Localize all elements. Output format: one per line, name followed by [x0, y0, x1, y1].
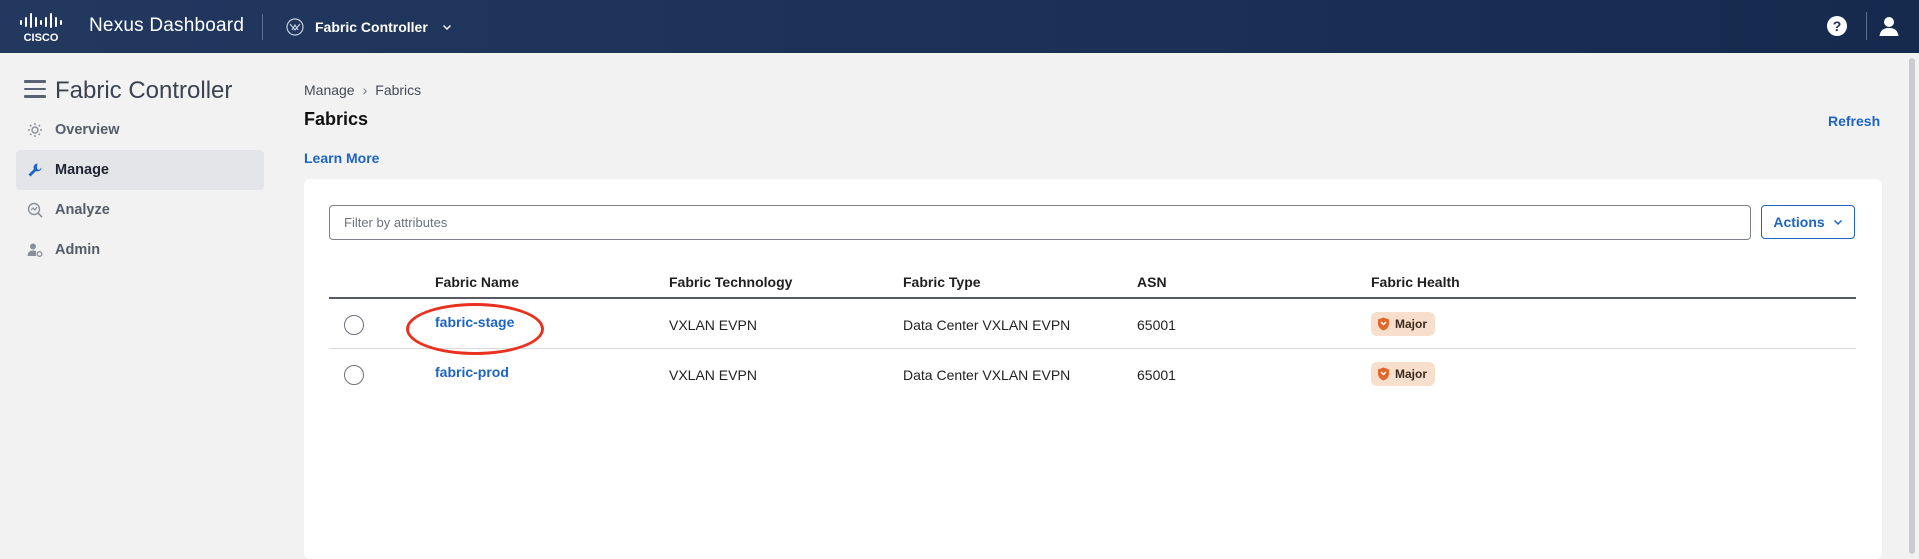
column-header-fabric-technology[interactable]: Fabric Technology	[669, 274, 792, 290]
asn-cell: 65001	[1137, 317, 1176, 333]
asn-cell: 65001	[1137, 367, 1176, 383]
top-navigation-bar: CISCO Nexus Dashboard Fabric Controller …	[0, 0, 1919, 53]
sidebar-item-admin[interactable]: Admin	[16, 230, 264, 270]
fabrics-table-card: Actions Fabric Name Fabric Technology Fa…	[304, 179, 1882, 559]
breadcrumb-separator: ›	[362, 82, 368, 98]
breadcrumb: Manage › Fabrics	[304, 82, 421, 98]
cisco-logo: CISCO	[20, 13, 62, 43]
row-select-radio[interactable]	[344, 365, 364, 385]
sidebar-item-label: Manage	[55, 162, 109, 178]
fabric-name-link[interactable]: fabric-stage	[435, 314, 514, 330]
vertical-scrollbar[interactable]	[1909, 58, 1915, 554]
breadcrumb-item-fabrics: Fabrics	[375, 82, 422, 98]
filter-input[interactable]	[329, 205, 1751, 240]
fabric-type-cell: Data Center VXLAN EVPN	[903, 367, 1071, 383]
column-header-fabric-type[interactable]: Fabric Type	[903, 274, 981, 290]
refresh-link[interactable]: Refresh	[1828, 113, 1880, 129]
sidebar-item-label: Analyze	[55, 202, 110, 218]
manage-icon	[26, 161, 44, 179]
chevron-down-icon	[442, 25, 451, 30]
health-status-badge: Major	[1371, 362, 1436, 386]
column-header-fabric-name[interactable]: Fabric Name	[435, 274, 519, 290]
user-profile-icon[interactable]	[1878, 15, 1900, 37]
admin-icon	[26, 241, 44, 259]
sidebar-item-label: Admin	[55, 242, 101, 258]
help-icon[interactable]: ?	[1827, 16, 1847, 36]
sidebar-item-overview[interactable]: Overview	[16, 110, 264, 150]
overview-icon	[26, 121, 44, 139]
app-switcher[interactable]: Fabric Controller	[285, 14, 452, 40]
svg-text:CISCO: CISCO	[24, 32, 59, 43]
table-row[interactable]: fabric-stage VXLAN EVPN Data Center VXLA…	[329, 299, 1856, 349]
sidebar-item-manage[interactable]: Manage	[16, 150, 264, 190]
table-header: Fabric Name Fabric Technology Fabric Typ…	[329, 259, 1856, 299]
actions-button-label: Actions	[1773, 214, 1825, 230]
fabric-technology-cell: VXLAN EVPN	[669, 317, 757, 333]
sidebar-item-analyze[interactable]: Analyze	[16, 190, 264, 230]
health-status-label: Major	[1395, 317, 1428, 331]
product-name: Nexus Dashboard	[89, 15, 245, 36]
health-status-label: Major	[1395, 367, 1428, 381]
fabric-name-link[interactable]: fabric-prod	[435, 364, 509, 380]
table-row[interactable]: fabric-prod VXLAN EVPN Data Center VXLAN…	[329, 349, 1856, 399]
shield-warning-icon	[1378, 317, 1389, 331]
sidebar-nav: Overview Manage Analyze Admin	[16, 110, 264, 270]
topbar-divider-right	[1866, 12, 1867, 40]
page-title: Fabrics	[304, 109, 369, 129]
sidebar-item-label: Overview	[55, 122, 120, 138]
column-header-asn[interactable]: ASN	[1137, 274, 1167, 290]
fabric-type-cell: Data Center VXLAN EVPN	[903, 317, 1071, 333]
chevron-down-icon	[1833, 219, 1842, 226]
shield-warning-icon	[1378, 367, 1389, 381]
health-status-badge: Major	[1371, 312, 1436, 336]
fabric-controller-icon	[286, 18, 304, 36]
fabrics-table: Fabric Name Fabric Technology Fabric Typ…	[329, 259, 1856, 399]
topbar-divider	[262, 14, 263, 40]
row-select-radio[interactable]	[344, 315, 364, 335]
analyze-icon	[26, 201, 44, 219]
column-header-fabric-health[interactable]: Fabric Health	[1371, 274, 1460, 290]
fabric-technology-cell: VXLAN EVPN	[669, 367, 757, 383]
app-switcher-label: Fabric Controller	[315, 19, 428, 35]
breadcrumb-item-manage[interactable]: Manage	[304, 82, 355, 98]
actions-dropdown-button[interactable]: Actions	[1761, 205, 1855, 239]
hamburger-menu-icon[interactable]	[24, 80, 46, 98]
learn-more-link[interactable]: Learn More	[304, 150, 379, 166]
sidebar-title: Fabric Controller	[55, 77, 233, 104]
